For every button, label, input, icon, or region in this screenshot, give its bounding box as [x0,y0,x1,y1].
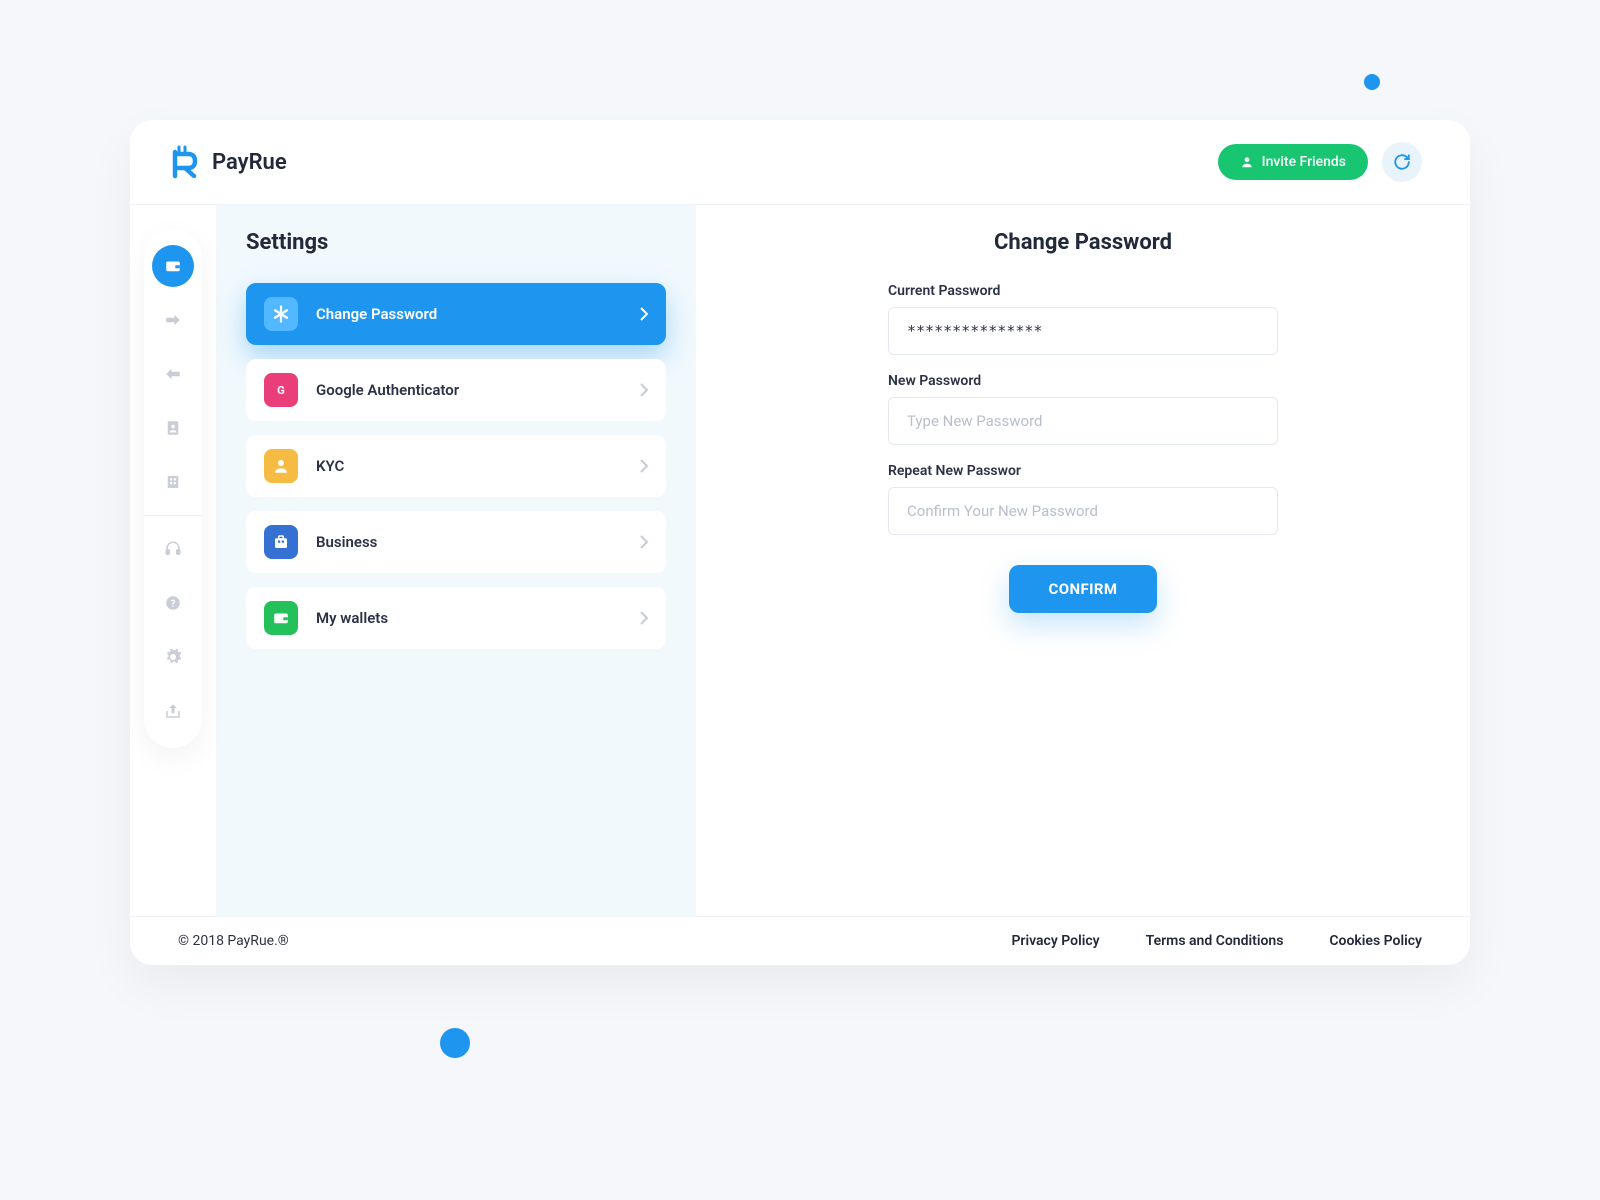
field-current-password: Current Password [888,283,1278,355]
briefcase-icon [264,525,298,559]
asterisk-icon [264,297,298,331]
body: ? Settings Change Passw [130,205,1470,916]
user-icon [1240,155,1254,169]
new-password-input[interactable] [888,397,1278,445]
svg-text:?: ? [171,599,176,610]
settings-item-label: Business [316,533,377,551]
rail-help[interactable]: ? [152,582,194,624]
chevron-right-icon [640,383,648,397]
copyright: © 2018 PayRue.® [178,933,289,949]
app-frame: PayRue Invite Friends [130,120,1470,965]
chevron-right-icon [640,459,648,473]
confirm-button[interactable]: CONFIRM [1009,565,1158,613]
invite-friends-button[interactable]: Invite Friends [1218,144,1368,180]
refresh-icon [1393,153,1411,171]
settings-title: Settings [246,230,666,255]
repeat-password-input[interactable] [888,487,1278,535]
field-new-password: New Password [888,373,1278,445]
cookies-link[interactable]: Cookies Policy [1329,933,1422,949]
share-icon [164,702,182,720]
rail-share[interactable] [152,690,194,732]
current-password-label: Current Password [888,283,1278,299]
google-icon: G [264,373,298,407]
contact-icon [164,419,182,437]
logo-icon [170,144,200,180]
wallet-icon [164,257,182,275]
svg-text:G: G [277,384,285,397]
rail-receive[interactable] [152,353,194,395]
person-icon [264,449,298,483]
logo-text: PayRue [212,150,287,175]
arrow-left-icon [164,365,182,383]
rail-divider [144,515,202,516]
invite-friends-label: Invite Friends [1262,154,1346,170]
rail-business[interactable] [152,461,194,503]
footer-links: Privacy Policy Terms and Conditions Cook… [1011,933,1422,949]
settings-item-kyc[interactable]: KYC [246,435,666,497]
arrow-right-icon [164,311,182,329]
chevron-right-icon [640,535,648,549]
settings-panel: Settings Change Password G [216,205,696,916]
settings-item-label: KYC [316,457,344,475]
decorative-dot [440,1028,470,1058]
change-password-form: Current Password New Password Repeat New… [888,283,1278,613]
page-title: Change Password [756,230,1410,255]
settings-item-my-wallets[interactable]: My wallets [246,587,666,649]
current-password-input[interactable] [888,307,1278,355]
logo[interactable]: PayRue [170,144,287,180]
header-actions: Invite Friends [1218,142,1422,182]
settings-item-label: My wallets [316,609,388,627]
rail-settings[interactable] [152,636,194,678]
header: PayRue Invite Friends [130,120,1470,205]
repeat-password-label: Repeat New Passwor [888,463,1278,479]
settings-item-label: Change Password [316,305,437,323]
terms-link[interactable]: Terms and Conditions [1146,933,1284,949]
new-password-label: New Password [888,373,1278,389]
wallet-icon [264,601,298,635]
sidebar-rail: ? [130,205,216,916]
gear-icon [164,648,182,666]
rail-primary: ? [144,229,202,748]
settings-list: Change Password G Google Authenticator [246,283,666,649]
help-icon: ? [164,594,182,612]
footer: © 2018 PayRue.® Privacy Policy Terms and… [130,916,1470,965]
settings-item-google-authenticator[interactable]: G Google Authenticator [246,359,666,421]
settings-item-change-password[interactable]: Change Password [246,283,666,345]
decorative-dot [1364,74,1380,90]
rail-support[interactable] [152,528,194,570]
rail-wallet[interactable] [152,245,194,287]
rail-send[interactable] [152,299,194,341]
main-content: Change Password Current Password New Pas… [696,205,1470,916]
rail-contacts[interactable] [152,407,194,449]
headset-icon [164,540,182,558]
building-icon [164,473,182,491]
chevron-right-icon [640,611,648,625]
settings-item-business[interactable]: Business [246,511,666,573]
privacy-policy-link[interactable]: Privacy Policy [1011,933,1099,949]
field-repeat-password: Repeat New Passwor [888,463,1278,535]
settings-item-label: Google Authenticator [316,381,459,399]
refresh-button[interactable] [1382,142,1422,182]
chevron-right-icon [640,307,648,321]
